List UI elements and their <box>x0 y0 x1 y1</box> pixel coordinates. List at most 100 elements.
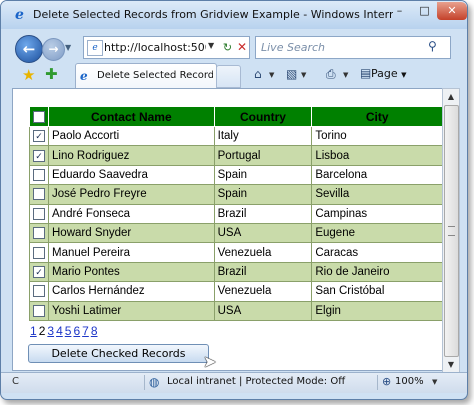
tab-active[interactable]: e Delete Selected Records ... <box>75 63 217 88</box>
cell-contact-name: José Pedro Freyre <box>48 184 215 205</box>
cell-contact-name: Lino Rodriguez <box>48 145 215 166</box>
pager-page-7[interactable]: 7 <box>82 324 89 338</box>
pager-page-6[interactable]: 6 <box>73 324 80 338</box>
pager-page-2: 2 <box>38 324 46 338</box>
table-row: Yoshi Latimer USA Elgin <box>29 300 443 321</box>
row-checkbox-cell <box>29 164 49 186</box>
cell-country: Brazil <box>213 261 313 283</box>
window-title: Delete Selected Records from Gridview Ex… <box>33 8 393 21</box>
maximize-button[interactable]: □ <box>412 2 437 20</box>
table-row: ✓ Paolo Accorti Italy Torino <box>29 125 443 147</box>
security-zone-text[interactable]: Local intranet | Protected Mode: Off <box>167 376 345 387</box>
page-content: Contact Name Country City ✓ Paolo Accorti… <box>12 88 444 371</box>
grid-pager: 12345678 <box>30 324 100 338</box>
new-tab-button[interactable] <box>216 65 241 88</box>
select-all-header <box>29 106 49 127</box>
page-menu-label: Page <box>371 67 398 80</box>
search-icon[interactable]: ⚲ <box>428 39 437 53</box>
add-favorites-icon[interactable]: ✚ <box>45 65 58 83</box>
tab-page-icon: e <box>80 69 88 83</box>
cell-contact-name: Mario Pontes <box>48 261 215 283</box>
cell-country: Italy <box>213 125 313 147</box>
cell-country: Spain <box>213 184 313 205</box>
cell-contact-name: Eduardo Saavedra <box>48 164 215 186</box>
cell-country: Venezuela <box>213 281 313 302</box>
home-dropdown-icon[interactable]: ▼ <box>269 71 274 79</box>
print-icon[interactable]: ⎙ <box>326 67 336 82</box>
mouse-cursor-icon: ➤ <box>203 352 217 371</box>
select-all-checkbox[interactable] <box>33 111 45 124</box>
column-header-city: City <box>311 106 443 127</box>
browser-window: e Delete Selected Records from Gridview … <box>0 0 468 400</box>
back-button[interactable]: ← <box>15 35 43 63</box>
search-input[interactable] <box>261 37 421 58</box>
records-gridview: Contact Name Country City ✓ Paolo Accorti… <box>29 106 443 321</box>
address-dropdown-icon[interactable]: ▼ <box>208 41 214 50</box>
history-dropdown-icon[interactable]: ▼ <box>65 43 71 52</box>
zoom-level[interactable]: 100% <box>395 376 424 387</box>
address-input[interactable] <box>104 37 206 58</box>
row-checkbox-cell <box>29 222 49 244</box>
stop-icon[interactable]: ✕ <box>236 38 248 57</box>
cell-city: Campinas <box>311 203 443 224</box>
rss-feed-icon[interactable]: ▧ <box>286 67 297 81</box>
delete-checked-records-button[interactable]: Delete Checked Records <box>28 344 209 363</box>
row-checkbox[interactable] <box>33 246 45 259</box>
row-checkbox[interactable] <box>33 207 45 220</box>
column-header-contact-name: Contact Name <box>48 106 215 127</box>
row-checkbox[interactable]: ✓ <box>33 265 45 278</box>
search-box: ⚲ <box>255 36 451 59</box>
table-row: José Pedro Freyre Spain Sevilla <box>29 184 443 205</box>
table-row: Howard Snyder USA Eugene <box>29 222 443 244</box>
ie-icon: e <box>15 7 24 23</box>
row-checkbox[interactable] <box>33 304 45 317</box>
page-menu[interactable]: Page ▼ <box>371 67 407 80</box>
pager-page-3[interactable]: 3 <box>47 324 54 338</box>
table-row: Manuel Pereira Venezuela Caracas <box>29 242 443 263</box>
table-row: Eduardo Saavedra Spain Barcelona <box>29 164 443 186</box>
row-checkbox[interactable]: ✓ <box>33 130 45 143</box>
cell-city: Lisboa <box>311 145 443 166</box>
home-icon[interactable]: ⌂ <box>254 67 262 81</box>
row-checkbox-cell: ✓ <box>29 145 49 166</box>
status-divider <box>377 375 378 390</box>
tab-label: Delete Selected Records ... <box>97 70 213 81</box>
vertical-scrollbar[interactable]: ▲ ▼ <box>442 88 460 373</box>
scroll-thumb[interactable] <box>444 105 459 357</box>
forward-button[interactable]: → <box>42 38 65 61</box>
cell-city: San Cristóbal <box>311 281 443 302</box>
table-row: André Fonseca Brazil Campinas <box>29 203 443 224</box>
row-checkbox-cell <box>29 184 49 205</box>
status-divider <box>144 375 145 390</box>
close-button[interactable]: ✕ <box>437 2 467 20</box>
row-checkbox[interactable]: ✓ <box>33 149 45 162</box>
pager-page-4[interactable]: 4 <box>56 324 63 338</box>
forward-arrow-icon: → <box>48 42 59 56</box>
minimize-button[interactable]: – <box>387 2 412 20</box>
zoom-icon[interactable]: ⊕ <box>382 375 391 388</box>
scroll-up-icon[interactable]: ▲ <box>443 89 459 104</box>
page-icon: e <box>87 40 103 56</box>
print-dropdown-icon[interactable]: ▼ <box>343 71 348 79</box>
feed-dropdown-icon[interactable]: ▼ <box>301 71 306 79</box>
refresh-icon[interactable]: ↻ <box>221 38 234 57</box>
row-checkbox-cell <box>29 242 49 263</box>
scroll-down-icon[interactable]: ▼ <box>443 357 459 372</box>
row-checkbox[interactable] <box>33 285 45 298</box>
page-dropdown-icon: ▼ <box>401 71 407 79</box>
row-checkbox[interactable] <box>33 227 45 240</box>
back-arrow-icon: ← <box>22 40 36 58</box>
row-checkbox-cell <box>29 300 49 321</box>
row-checkbox-cell <box>29 281 49 302</box>
pager-page-8[interactable]: 8 <box>91 324 98 338</box>
page-menu-icon: ▤ <box>360 66 372 80</box>
column-header-country: Country <box>213 106 313 127</box>
grid-header-row: Contact Name Country City <box>29 106 443 127</box>
pager-page-1[interactable]: 1 <box>30 324 37 338</box>
row-checkbox[interactable] <box>33 168 45 181</box>
zoom-dropdown-icon[interactable]: ▼ <box>432 378 437 386</box>
pager-page-5[interactable]: 5 <box>65 324 72 338</box>
favorites-star-icon[interactable]: ★ <box>22 66 35 84</box>
row-checkbox[interactable] <box>33 188 45 201</box>
table-row: ✓ Mario Pontes Brazil Rio de Janeiro <box>29 261 443 283</box>
